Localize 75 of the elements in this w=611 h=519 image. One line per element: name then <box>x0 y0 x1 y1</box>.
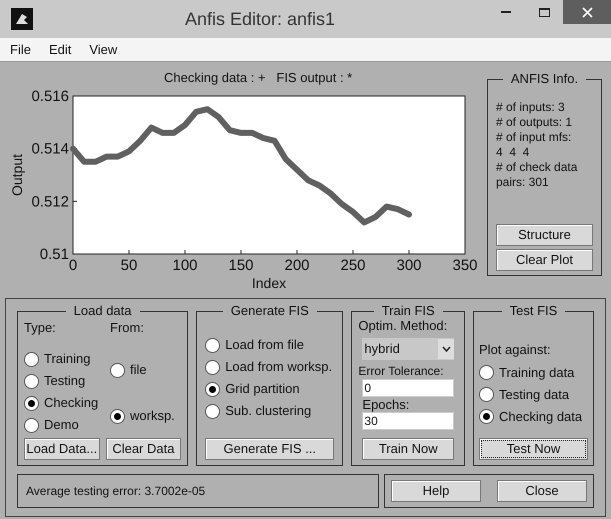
x-tick <box>240 250 242 254</box>
x-tick <box>464 250 466 254</box>
radio-button[interactable]: Sub. clustering <box>205 400 334 422</box>
input-field[interactable]: 0 <box>362 379 454 397</box>
radio-button[interactable]: Load from file <box>205 334 334 356</box>
x-tick <box>408 250 410 254</box>
window-title: Anfis Editor: anfis1 <box>184 8 336 30</box>
field-label: Optim. Method: <box>358 318 448 334</box>
tick-label: 150 <box>228 257 254 274</box>
button[interactable]: Structure <box>496 224 593 246</box>
tick-label: 250 <box>340 257 366 274</box>
field-label: Epochs: <box>362 398 410 412</box>
dropdown[interactable]: hybrid <box>362 338 454 360</box>
button[interactable]: Clear Data <box>106 438 182 460</box>
x-tick <box>72 250 74 254</box>
button[interactable]: Help <box>391 480 481 502</box>
info-text: # of outputs: 1 <box>496 115 574 130</box>
x-tick <box>184 250 186 254</box>
radio-button[interactable]: Checking data <box>479 406 588 428</box>
tick-label: 0.514 <box>31 140 69 158</box>
tick-label: 350 <box>452 257 478 274</box>
input-field[interactable]: 30 <box>362 412 454 430</box>
chart-title: Checking data : + FIS output : * <box>163 69 354 87</box>
field-label: From: <box>110 319 145 337</box>
radio-button[interactable]: file <box>110 359 175 381</box>
caret-icon[interactable] <box>438 339 454 359</box>
group-title: Train FIS <box>380 304 436 318</box>
group-title: Generate FIS <box>230 304 310 318</box>
field-label: Error Tolerance: <box>358 363 445 379</box>
field-label: Type: <box>24 319 57 337</box>
tick-label: 300 <box>396 257 422 274</box>
group-title: ANFIS Info. <box>510 72 580 86</box>
tick-label: 0.516 <box>31 88 69 105</box>
y-tick <box>72 200 78 202</box>
button[interactable]: Close <box>497 480 587 502</box>
dropdown-value: hybrid <box>364 340 400 358</box>
x-tick <box>352 250 354 254</box>
radio-button[interactable]: Training <box>24 348 110 370</box>
info-text: # of input mfs: <box>496 130 572 145</box>
button[interactable]: Clear Plot <box>496 249 593 271</box>
info-text: pairs: 301 <box>496 175 550 190</box>
button[interactable]: Train Now <box>362 438 454 460</box>
info-text: # of inputs: 3 <box>496 100 566 115</box>
menu-item[interactable]: Edit <box>48 40 72 60</box>
app-icon <box>11 8 33 30</box>
radio-button[interactable]: Checking <box>24 392 110 414</box>
button[interactable]: Load Data... <box>24 438 100 460</box>
radio-button[interactable]: Testing data <box>479 384 588 406</box>
status-text: Average testing error: 3.7002e-05 <box>26 483 206 500</box>
group-title: Test FIS <box>508 304 558 318</box>
tick-label: 0.51 <box>40 246 69 263</box>
info-text: # of check data <box>496 160 578 175</box>
button[interactable]: Generate FIS ... <box>205 438 334 460</box>
radio-button[interactable]: Grid partition <box>205 378 334 400</box>
tick-label: 200 <box>284 257 310 274</box>
x-tick <box>296 250 298 254</box>
radio-button[interactable]: Testing <box>24 370 110 392</box>
close-icon[interactable] <box>563 0 611 24</box>
menu-item[interactable]: File <box>10 40 31 60</box>
tick-label: 50 <box>120 257 138 274</box>
axis-label: Output <box>10 154 25 196</box>
axis-label: Index <box>252 275 286 291</box>
radio-button[interactable]: worksp. <box>110 405 175 427</box>
button[interactable]: Test Now <box>479 438 588 460</box>
menu-item[interactable]: View <box>89 40 118 60</box>
info-text: 4 4 4 <box>496 145 530 160</box>
radio-button[interactable]: Demo <box>24 414 110 436</box>
field-label: Plot against: <box>479 341 552 359</box>
group-title: Load data <box>72 304 133 318</box>
tick-label: 0 <box>68 257 78 274</box>
tick-label: 0.512 <box>31 193 69 210</box>
x-tick <box>128 250 130 254</box>
radio-button[interactable]: Load from worksp. <box>205 356 334 378</box>
radio-button[interactable]: Training data <box>479 362 588 384</box>
tick-label: 100 <box>172 257 198 274</box>
